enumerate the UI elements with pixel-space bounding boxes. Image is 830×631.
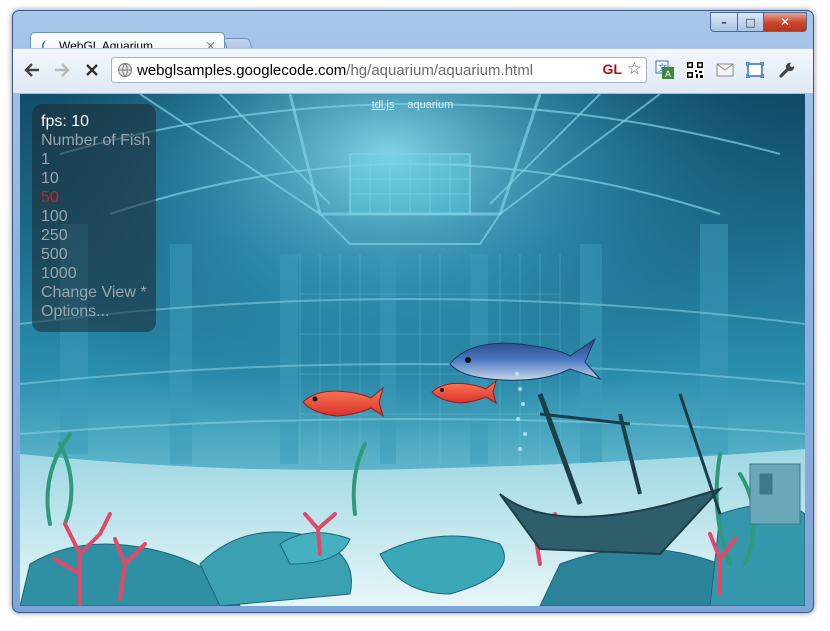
forward-arrow-icon: [55, 63, 70, 77]
browser-window: – □ ✕ WebGL Aquarium × webglsamples.goog…: [12, 10, 814, 613]
webgl-badge-icon[interactable]: GL: [603, 61, 622, 77]
webgl-aquarium-canvas[interactable]: tdl.js aquarium fps: 10 Number of Fish 1…: [20, 94, 805, 606]
fish-count-option[interactable]: 500: [41, 245, 156, 264]
number-of-fish-label: Number of Fish: [41, 132, 151, 149]
settings-wrench-button[interactable]: [776, 59, 798, 81]
fish-count-option[interactable]: 1000: [41, 264, 156, 283]
fish-count-option[interactable]: 100: [41, 207, 156, 226]
change-view-option[interactable]: Change View *: [41, 283, 156, 302]
fps-counter: fps: 10: [41, 113, 90, 130]
close-icon: ✕: [779, 15, 791, 29]
stop-x-icon: [86, 64, 98, 76]
maximize-button[interactable]: □: [738, 12, 764, 32]
fish-count-option-selected[interactable]: 50: [41, 188, 156, 207]
url-text: webglsamples.googlecode.com/hg/aquarium/…: [137, 62, 533, 79]
fish-menu-panel: fps: 10 Number of Fish 1 10 50 100 250 5…: [32, 104, 156, 332]
back-button[interactable]: [21, 59, 43, 81]
qr-code-icon: [686, 61, 704, 79]
close-window-button[interactable]: ✕: [764, 12, 807, 32]
bookmark-star-icon[interactable]: ☆: [627, 59, 642, 79]
fish-count-option[interactable]: 250: [41, 226, 156, 245]
translate-extension-button[interactable]: 文 A: [654, 59, 676, 81]
screen-capture-extension-button[interactable]: [744, 59, 766, 81]
toolbar: webglsamples.googlecode.com/hg/aquarium/…: [13, 48, 813, 93]
minimize-icon: –: [721, 15, 727, 29]
svg-text:A: A: [665, 69, 671, 79]
mail-extension-button[interactable]: [714, 59, 736, 81]
globe-icon: [118, 63, 132, 77]
back-arrow-icon: [24, 63, 39, 77]
wrench-icon: [779, 62, 795, 78]
fish-count-option[interactable]: 1: [41, 150, 156, 169]
window-controls: – □ ✕: [710, 12, 807, 32]
url-path: /hg/aquarium/aquarium.html: [346, 61, 534, 79]
fish-count-option[interactable]: 10: [41, 169, 156, 188]
forward-button[interactable]: [51, 59, 73, 81]
options-menu-option[interactable]: Options...: [41, 302, 156, 321]
tdl-link[interactable]: tdl.js: [372, 99, 395, 111]
qr-code-extension-button[interactable]: [684, 59, 706, 81]
translate-icon: 文 A: [655, 60, 674, 79]
mail-icon: [716, 63, 734, 77]
screen-capture-icon: [746, 62, 764, 78]
url-host: webglsamples.googlecode.com: [137, 61, 347, 79]
ruins: [749, 463, 801, 525]
stop-button[interactable]: [81, 59, 103, 81]
address-bar[interactable]: webglsamples.googlecode.com/hg/aquarium/…: [111, 57, 647, 83]
maximize-icon: □: [745, 15, 756, 29]
aquarium-link[interactable]: aquarium: [407, 99, 453, 111]
minimize-button[interactable]: –: [710, 12, 738, 32]
